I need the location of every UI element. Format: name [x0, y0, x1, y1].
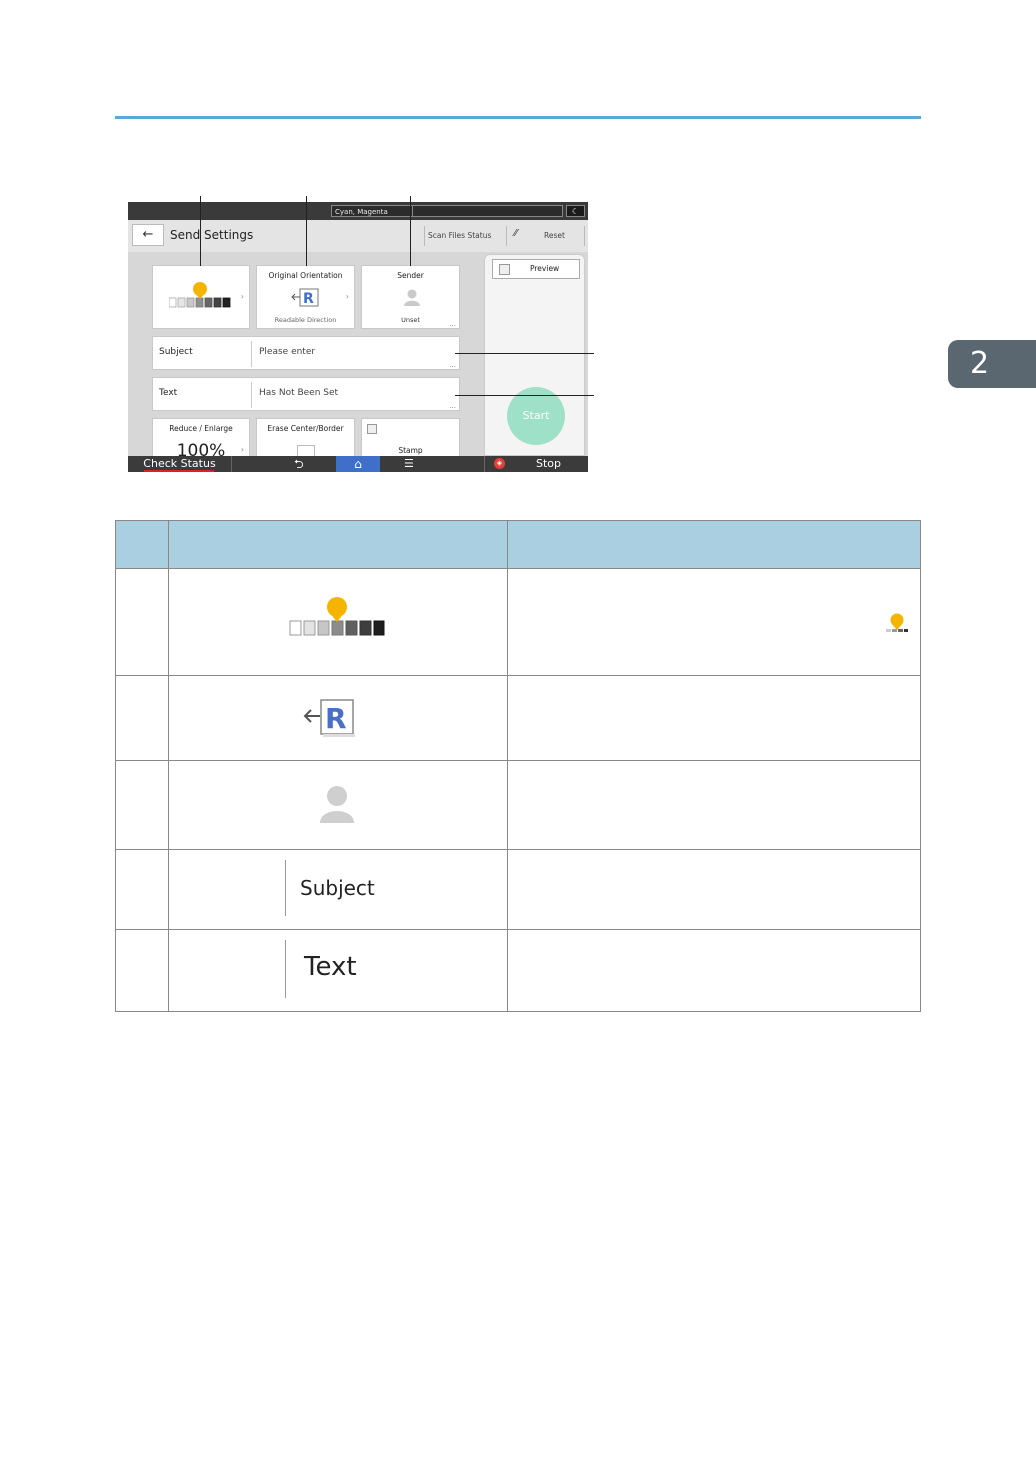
sender-value: Unset: [401, 316, 420, 324]
original-orientation-value: Readable Direction: [274, 316, 337, 324]
table-cell-description: [507, 929, 921, 1012]
reset-icon: ⁄⁄: [514, 228, 518, 239]
callout-line-1: [200, 196, 201, 266]
text-label-example: Text: [304, 952, 357, 982]
table-cell-icon: Text: [168, 929, 508, 1012]
arrow-left-icon: ←: [142, 227, 154, 242]
row-divider: [251, 341, 252, 367]
color-mode-display: Cyan, Magenta: [331, 205, 563, 217]
stop-icon: ◈: [494, 458, 505, 469]
label-divider: [285, 860, 286, 916]
scan-files-status-button[interactable]: Scan Files Status: [428, 231, 491, 240]
check-status-indicator: [144, 470, 214, 472]
subject-row[interactable]: Subject Please enter ...: [152, 336, 460, 370]
header-rule: [115, 116, 921, 119]
menu-icon[interactable]: ☰: [404, 456, 414, 472]
undo-icon[interactable]: ⮌: [294, 456, 304, 472]
label-divider: [285, 940, 286, 998]
row-divider: [251, 382, 252, 408]
table-header-cell: [115, 520, 169, 569]
density-scale-icon: [169, 282, 231, 308]
subject-value: Please enter: [259, 347, 316, 357]
stop-button[interactable]: Stop: [536, 456, 561, 472]
table-cell-description: [507, 568, 921, 676]
callout-line-2: [306, 196, 307, 266]
sender-card[interactable]: Sender Unset ...: [361, 265, 460, 329]
title-divider: [424, 226, 425, 246]
reduce-enlarge-label: Reduce / Enlarge: [169, 424, 233, 433]
orientation-r-icon: R: [303, 699, 355, 737]
table-cell-number: [115, 675, 169, 761]
table-cell-icon: R: [168, 675, 508, 761]
check-status-button[interactable]: Check Status: [128, 456, 232, 472]
original-orientation-card[interactable]: Original Orientation R › Readable Direct…: [256, 265, 355, 329]
back-button[interactable]: ←: [132, 224, 164, 246]
callout-line-3: [410, 196, 411, 266]
text-label: Text: [159, 388, 178, 398]
stop-divider: [484, 456, 485, 472]
more-dots: ...: [449, 402, 456, 410]
svg-text:R: R: [303, 291, 314, 307]
reset-button[interactable]: Reset: [544, 231, 565, 240]
title-divider: [584, 226, 585, 246]
moon-icon[interactable]: ☾: [566, 205, 585, 217]
title-divider: [506, 226, 507, 246]
stamp-checkbox[interactable]: [367, 424, 377, 434]
preview-label: Preview: [530, 264, 560, 273]
person-icon: [320, 786, 354, 823]
table-row: Text: [115, 929, 921, 1012]
density-scale-icon: [289, 597, 385, 636]
density-card[interactable]: ›: [152, 265, 250, 329]
table-row: [115, 568, 921, 676]
more-dots: ...: [449, 320, 456, 328]
table-row: [115, 760, 921, 850]
subject-label: Subject: [159, 347, 193, 357]
orientation-r-icon: R: [291, 288, 319, 307]
check-status-label: Check Status: [143, 457, 216, 470]
home-icon[interactable]: ⌂: [336, 456, 380, 472]
table-cell-description: [507, 675, 921, 761]
preview-button[interactable]: Preview: [492, 259, 580, 279]
table-row: R: [115, 675, 921, 761]
table-header-cell: [168, 520, 508, 569]
screen-title: Send Settings: [170, 228, 254, 242]
color-box-divider: [412, 206, 413, 217]
table-header-row: [115, 520, 921, 569]
text-value: Has Not Been Set: [259, 388, 339, 398]
original-orientation-label: Original Orientation: [268, 271, 343, 280]
sender-label: Sender: [397, 271, 424, 280]
text-row[interactable]: Text Has Not Been Set ...: [152, 377, 460, 411]
erase-center-border-label: Erase Center/Border: [267, 424, 344, 433]
subject-label-example: Subject: [300, 876, 375, 900]
svg-text:R: R: [325, 702, 347, 735]
table-cell-icon: [168, 568, 508, 676]
table-header-cell: [507, 520, 921, 569]
density-pin-icon: [886, 613, 908, 632]
more-dots: ...: [449, 361, 456, 369]
chapter-tab: 2: [948, 340, 1036, 388]
table-cell-number: [115, 568, 169, 676]
chevron-right-icon: ›: [240, 292, 244, 301]
table-cell-description: [507, 760, 921, 850]
table-cell-icon: Subject: [168, 849, 508, 930]
person-icon: [404, 289, 420, 306]
description-table: R Subject Text: [115, 520, 921, 1012]
callout-line-4: [455, 353, 594, 354]
table-cell-icon: [168, 760, 508, 850]
table-cell-number: [115, 929, 169, 1012]
callout-line-5: [455, 395, 594, 396]
chevron-right-icon: ›: [240, 445, 244, 454]
chevron-right-icon: ›: [345, 292, 349, 301]
table-cell-description: [507, 849, 921, 930]
send-settings-screen: Cyan, Magenta ☾ ← Send Settings Scan Fil…: [128, 202, 588, 472]
table-row: Subject: [115, 849, 921, 930]
color-mode-text: Cyan, Magenta: [335, 208, 388, 216]
table-cell-number: [115, 760, 169, 850]
table-cell-number: [115, 849, 169, 930]
preview-checkbox[interactable]: [499, 264, 510, 275]
stamp-label: Stamp: [398, 446, 423, 455]
